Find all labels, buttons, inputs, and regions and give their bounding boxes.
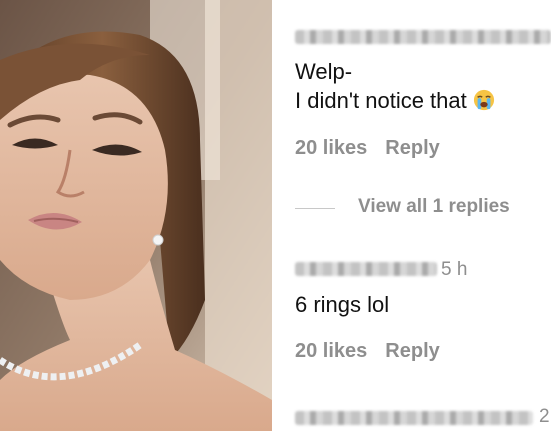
comment-meta: 20 likes Reply [295, 340, 440, 363]
likes-count[interactable]: 20 likes [295, 137, 367, 159]
likes-count[interactable]: 20 likes [295, 340, 367, 362]
comment-text-line-2: I didn't notice that [295, 87, 495, 115]
replies-divider [295, 208, 335, 209]
loudly-crying-face-icon [473, 89, 494, 111]
comment-text: 6 rings lol [295, 292, 390, 317]
view-replies-link[interactable]: View all 1 replies [358, 196, 510, 218]
celebrity-photo [0, 0, 272, 431]
username-redacted [295, 30, 551, 44]
username-redacted [295, 411, 533, 425]
comment-text-line-1: Welp- [295, 59, 353, 84]
reply-button[interactable]: Reply [385, 340, 439, 362]
comments-panel: Welp- I didn't notice that 20 likes Reply… [275, 0, 551, 431]
reply-button[interactable]: Reply [385, 137, 439, 159]
comment-text-span: I didn't notice that [295, 88, 467, 113]
comment-timestamp-partial: 2 [539, 406, 550, 427]
photo-illustration [0, 0, 272, 431]
comment-timestamp: 5 h [441, 259, 468, 280]
comment-meta: 20 likes Reply [295, 137, 440, 160]
username-redacted [295, 262, 437, 276]
